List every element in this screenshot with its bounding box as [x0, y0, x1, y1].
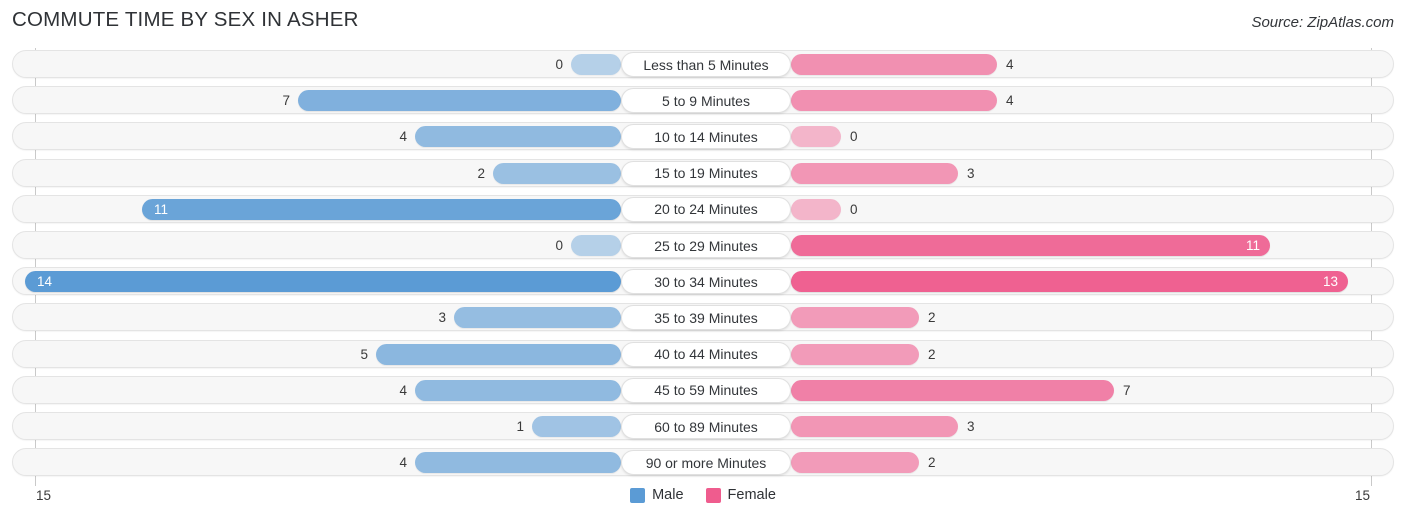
page-title: COMMUTE TIME BY SEX IN ASHER	[12, 8, 359, 31]
chart-row: 0 4 Less than 5 Minutes	[12, 50, 1394, 78]
bar-male[interactable]	[376, 343, 621, 365]
bar-value-male: 0	[555, 57, 563, 72]
bar-value-female: 0	[850, 201, 858, 217]
chart-row: 7 4 5 to 9 Minutes	[12, 86, 1394, 115]
bar-value-female: 4	[1006, 57, 1014, 72]
bar-male[interactable]	[415, 379, 621, 401]
category-label: 90 or more Minutes	[621, 450, 791, 476]
bar-female[interactable]	[791, 379, 1114, 401]
legend-label-female: Female	[727, 487, 776, 503]
chart-row: 14 13 30 to 34 Minutes	[12, 267, 1394, 296]
bar-male[interactable]	[493, 162, 621, 184]
bar-female[interactable]	[791, 343, 919, 365]
bar-value-male: 4	[399, 382, 407, 398]
bar-value-female: 2	[928, 455, 936, 471]
bar-value-female: 2	[928, 310, 936, 326]
category-label: 5 to 9 Minutes	[621, 88, 791, 114]
bar-male[interactable]	[25, 271, 621, 293]
chart-plot-area: 0 4 Less than 5 Minutes 7 4 5 to 9 Minutes 4 0 1…	[0, 44, 1406, 486]
category-label: 10 to 14 Minutes	[621, 124, 791, 150]
bar-male[interactable]	[415, 126, 621, 148]
bar-value-male: 3	[438, 310, 446, 326]
chart-row: 0 11 25 to 29 Minutes	[12, 231, 1394, 259]
category-label: Less than 5 Minutes	[621, 52, 791, 77]
category-label: 15 to 19 Minutes	[621, 160, 791, 186]
legend-item-male[interactable]: Male	[630, 487, 684, 503]
category-label: 35 to 39 Minutes	[621, 305, 791, 331]
bar-value-male: 11	[154, 201, 169, 217]
bar-value-male: 5	[360, 346, 368, 362]
bar-male[interactable]	[142, 198, 621, 220]
bar-value-male: 1	[516, 419, 524, 434]
bar-value-male: 4	[399, 455, 407, 471]
chart-row: 11 0 20 to 24 Minutes	[12, 194, 1394, 223]
chart-row: 2 3 15 to 19 Minutes	[12, 158, 1394, 187]
bar-male[interactable]	[532, 416, 621, 437]
category-label: 30 to 34 Minutes	[621, 269, 791, 295]
bar-male[interactable]	[571, 235, 621, 256]
bar-value-female: 7	[1123, 382, 1131, 398]
bar-male[interactable]	[415, 452, 621, 474]
bar-value-male: 2	[477, 165, 485, 181]
chart-row: 4 7 45 to 59 Minutes	[12, 375, 1394, 404]
chart-header: COMMUTE TIME BY SEX IN ASHER Source: Zip…	[0, 0, 1406, 42]
legend-item-female[interactable]: Female	[705, 487, 776, 503]
bar-female[interactable]	[791, 235, 1270, 256]
chart-row: 4 0 10 to 14 Minutes	[12, 122, 1394, 151]
legend-label-male: Male	[652, 487, 684, 503]
bar-value-male: 14	[37, 274, 53, 290]
chart-row: 4 2 90 or more Minutes	[12, 448, 1394, 477]
bar-value-female: 2	[928, 346, 936, 362]
chart-row: 5 2 40 to 44 Minutes	[12, 339, 1394, 368]
bar-male[interactable]	[454, 307, 621, 329]
bar-female[interactable]	[791, 90, 997, 112]
chart-row: 3 2 35 to 39 Minutes	[12, 303, 1394, 332]
legend-swatch-male-icon	[630, 487, 646, 503]
bar-male[interactable]	[571, 54, 621, 75]
legend-swatch-female-icon	[705, 487, 721, 503]
category-label: 60 to 89 Minutes	[621, 414, 791, 439]
bar-value-male: 0	[555, 238, 563, 253]
bar-value-female: 3	[967, 419, 975, 434]
chart-legend: Male Female	[0, 487, 1406, 503]
bar-female[interactable]	[791, 54, 997, 75]
category-label: 20 to 24 Minutes	[621, 196, 791, 222]
bar-female[interactable]	[791, 198, 841, 220]
bar-female[interactable]	[791, 416, 958, 437]
chart-footer: 15 15 Male Female	[0, 484, 1406, 523]
bar-value-female: 4	[1006, 93, 1014, 109]
bar-value-female: 0	[850, 129, 858, 145]
bar-male[interactable]	[298, 90, 621, 112]
category-label: 45 to 59 Minutes	[621, 377, 791, 403]
bar-value-female: 3	[967, 165, 975, 181]
bar-value-male: 7	[282, 93, 290, 109]
bar-female[interactable]	[791, 452, 919, 474]
bar-female[interactable]	[791, 162, 958, 184]
bar-value-female: 11	[1245, 238, 1260, 253]
bar-female[interactable]	[791, 126, 841, 148]
bar-female[interactable]	[791, 271, 1348, 293]
bar-female[interactable]	[791, 307, 919, 329]
bar-value-female: 13	[1322, 274, 1338, 290]
chart-row: 1 3 60 to 89 Minutes	[12, 412, 1394, 440]
category-label: 25 to 29 Minutes	[621, 233, 791, 258]
category-label: 40 to 44 Minutes	[621, 341, 791, 367]
source-attribution: Source: ZipAtlas.com	[1251, 14, 1394, 31]
bar-value-male: 4	[399, 129, 407, 145]
